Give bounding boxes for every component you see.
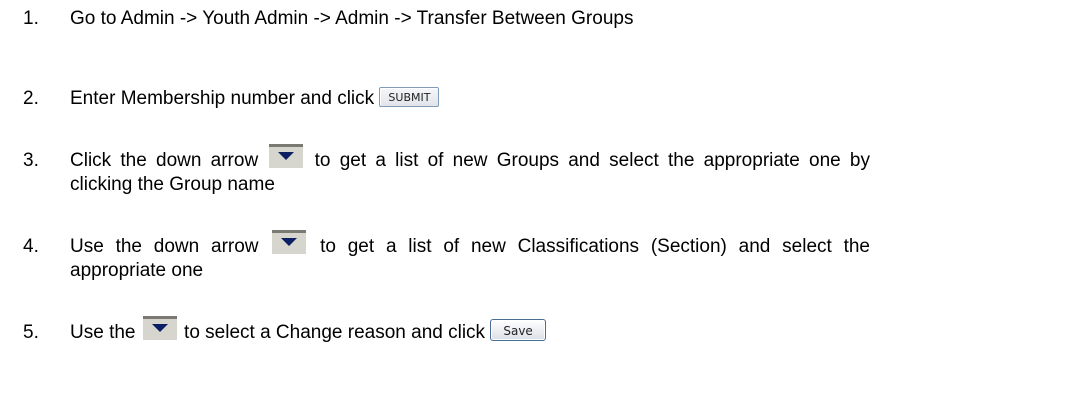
dropdown-arrow-icon[interactable] (269, 144, 304, 168)
step-number: 4. (23, 236, 39, 257)
step-number: 3. (23, 150, 39, 171)
step-4-text-before: Use the down arrow (70, 236, 271, 258)
save-button[interactable]: Save (490, 319, 546, 341)
step-text: Click the down arrow to get a list of ne… (70, 144, 870, 197)
step-text: Use the to select a Change reason and cl… (70, 316, 870, 345)
dropdown-arrow-icon[interactable] (272, 230, 307, 254)
step-text: Go to Admin -> Youth Admin -> Admin -> T… (70, 7, 870, 31)
step-1-text: Go to Admin -> Youth Admin -> Admin -> T… (70, 8, 634, 29)
step-text: Enter Membership number and click SUBMIT (70, 86, 870, 111)
step-text: Use the down arrow to get a list of new … (70, 230, 870, 283)
step-5-text-after: to select a Change reason and click (178, 322, 491, 344)
step-number: 2. (23, 88, 39, 109)
step-number: 1. (23, 8, 39, 29)
step-5-text-before: Use the (70, 322, 141, 344)
dropdown-arrow-icon[interactable] (142, 316, 177, 340)
step-2-text: Enter Membership number and click (70, 88, 380, 109)
step-number: 5. (23, 322, 39, 343)
step-3-text-before: Click the down arrow (70, 150, 268, 172)
submit-button[interactable]: SUBMIT (379, 86, 440, 107)
